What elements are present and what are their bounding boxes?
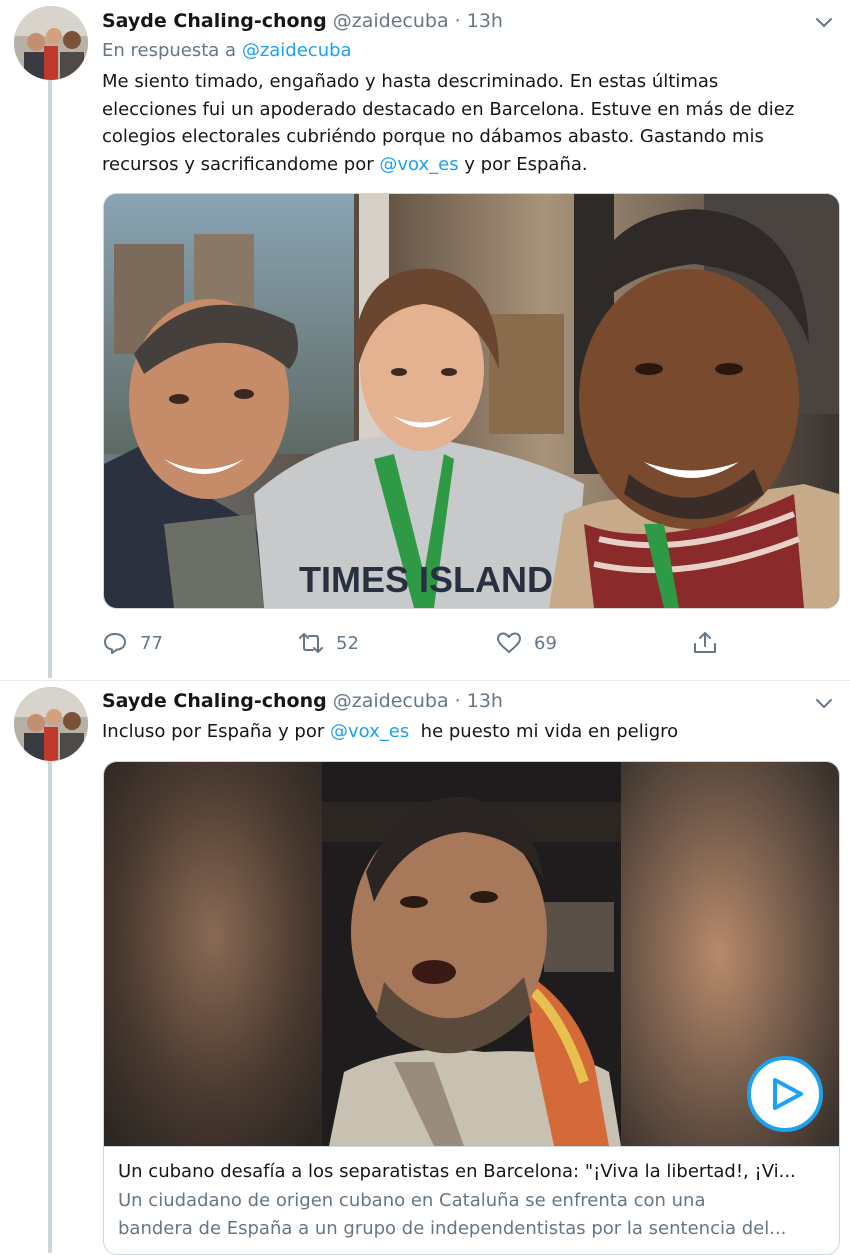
mention-link[interactable]: @vox_es bbox=[379, 154, 458, 175]
tweet-header: Sayde Chaling-chong @zaidecuba · 13h bbox=[102, 689, 503, 713]
avatar[interactable] bbox=[14, 6, 88, 80]
tweet-text: Incluso por España y por @vox_es he pues… bbox=[102, 718, 842, 746]
display-name[interactable]: Sayde Chaling-chong bbox=[102, 690, 327, 712]
separator-dot: · bbox=[454, 690, 461, 712]
tweet-actions: 77 52 69 bbox=[102, 630, 822, 660]
display-name[interactable]: Sayde Chaling-chong bbox=[102, 10, 327, 32]
tweet-1[interactable]: Sayde Chaling-chong @zaidecuba · 13h En … bbox=[0, 0, 850, 680]
tweet-header: Sayde Chaling-chong @zaidecuba · 13h bbox=[102, 9, 503, 33]
chevron-down-icon[interactable] bbox=[814, 12, 834, 32]
share-button[interactable] bbox=[692, 630, 718, 656]
card-description-line: Un ciudadano de origen cubano en Cataluñ… bbox=[118, 1190, 706, 1211]
user-handle[interactable]: @zaidecuba bbox=[333, 690, 449, 712]
play-button[interactable] bbox=[747, 1056, 823, 1132]
shirt-print: TIMES ISLAND bbox=[299, 559, 553, 600]
tweet-text: Me siento timado, engañado y hasta descr… bbox=[102, 68, 842, 178]
mention-link[interactable]: @vox_es bbox=[330, 721, 409, 742]
chevron-down-icon[interactable] bbox=[814, 693, 834, 713]
link-card[interactable]: Un cubano desafía a los separatistas en … bbox=[103, 761, 840, 1255]
retweet-icon bbox=[299, 633, 323, 653]
reply-prefix: En respuesta a bbox=[102, 40, 237, 61]
tweet-text-fragment: y por España. bbox=[458, 153, 588, 175]
reply-count: 77 bbox=[140, 632, 163, 654]
reply-button[interactable]: 77 bbox=[102, 630, 163, 656]
reply-mention-link[interactable]: @zaidecuba bbox=[242, 40, 352, 61]
card-title[interactable]: Un cubano desafía a los separatistas en … bbox=[118, 1158, 828, 1186]
card-description-line: bandera de España a un grupo de independ… bbox=[118, 1218, 787, 1239]
tweet-text-fragment: recursos y sacrificandome por bbox=[102, 153, 380, 175]
timestamp[interactable]: 13h bbox=[467, 10, 503, 32]
user-handle[interactable]: @zaidecuba bbox=[333, 10, 449, 32]
separator-dot: · bbox=[454, 10, 461, 32]
avatar[interactable] bbox=[14, 687, 88, 761]
tweet-photo[interactable]: TIMES ISLAND bbox=[103, 193, 840, 609]
like-icon bbox=[497, 632, 521, 653]
selfie-photo: TIMES ISLAND bbox=[104, 194, 839, 608]
tweet-text-line: Me siento timado, engañado y hasta descr… bbox=[102, 71, 719, 92]
tweet-2[interactable]: Sayde Chaling-chong @zaidecuba · 13h Inc… bbox=[0, 681, 850, 1255]
tweet-text-fragment: Incluso por España y por bbox=[102, 721, 330, 742]
timestamp[interactable]: 13h bbox=[467, 690, 503, 712]
retweet-count: 52 bbox=[336, 632, 359, 654]
video-thumbnail[interactable] bbox=[104, 762, 839, 1146]
card-divider bbox=[104, 1146, 839, 1147]
video-still bbox=[104, 762, 839, 1146]
play-icon bbox=[773, 1078, 803, 1110]
like-count: 69 bbox=[534, 632, 557, 654]
like-button[interactable]: 69 bbox=[496, 630, 557, 656]
retweet-button[interactable]: 52 bbox=[298, 630, 359, 656]
tweet-text-line: elecciones fui un apoderado destacado en… bbox=[102, 98, 795, 120]
share-icon bbox=[694, 632, 716, 653]
reply-context: En respuesta a @zaidecuba bbox=[102, 40, 352, 61]
tweet-text-line: colegios electorales cubriéndo porque no… bbox=[102, 126, 764, 147]
reply-icon bbox=[104, 633, 126, 654]
tweet-text-line: recursos y sacrificandome por @vox_es y … bbox=[102, 151, 842, 179]
tweet-text-fragment: he puesto mi vida en peligro bbox=[409, 721, 679, 742]
